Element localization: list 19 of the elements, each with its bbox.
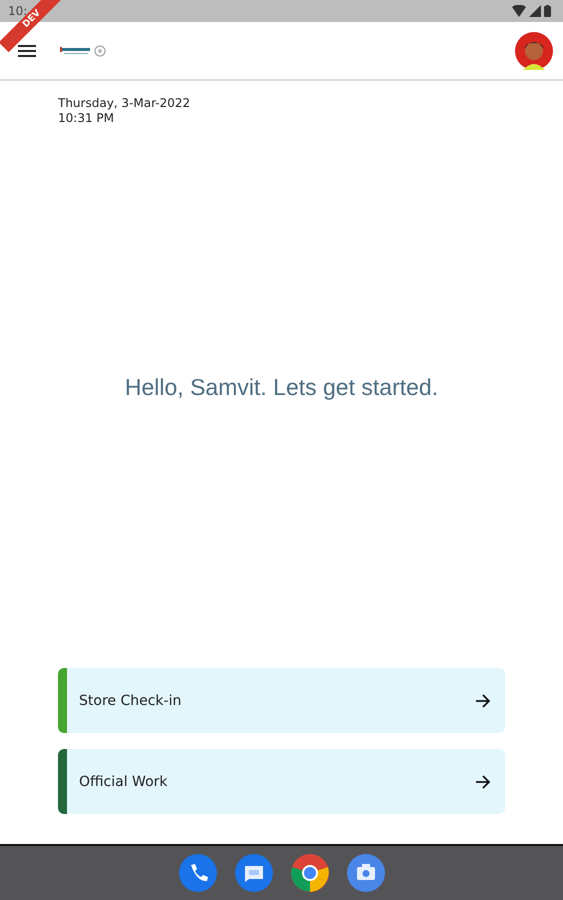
- signal-icon: [529, 5, 541, 17]
- menu-icon[interactable]: [18, 44, 36, 58]
- avatar-icon[interactable]: [515, 32, 553, 70]
- action-card[interactable]: Store Check-in: [58, 668, 505, 733]
- greeting-text: Hello, Samvit. Lets get started.: [124, 374, 438, 400]
- browser-icon[interactable]: [290, 854, 328, 892]
- logo-icon: [60, 44, 108, 58]
- arrow-icon: [475, 774, 491, 788]
- arrow-icon: [475, 694, 491, 708]
- card-label: Official Work: [79, 774, 169, 790]
- action-card[interactable]: Official Work: [58, 749, 505, 814]
- camera-icon[interactable]: [346, 854, 384, 892]
- wifi-icon: [512, 5, 526, 17]
- battery-icon: [544, 5, 551, 17]
- time-text: 10:31 PM: [58, 111, 115, 126]
- date-text: Thursday, 3-Mar-2022: [58, 96, 192, 111]
- card-label: Store Check-in: [79, 692, 182, 708]
- phone-icon[interactable]: [178, 854, 216, 892]
- message-icon[interactable]: [234, 854, 272, 892]
